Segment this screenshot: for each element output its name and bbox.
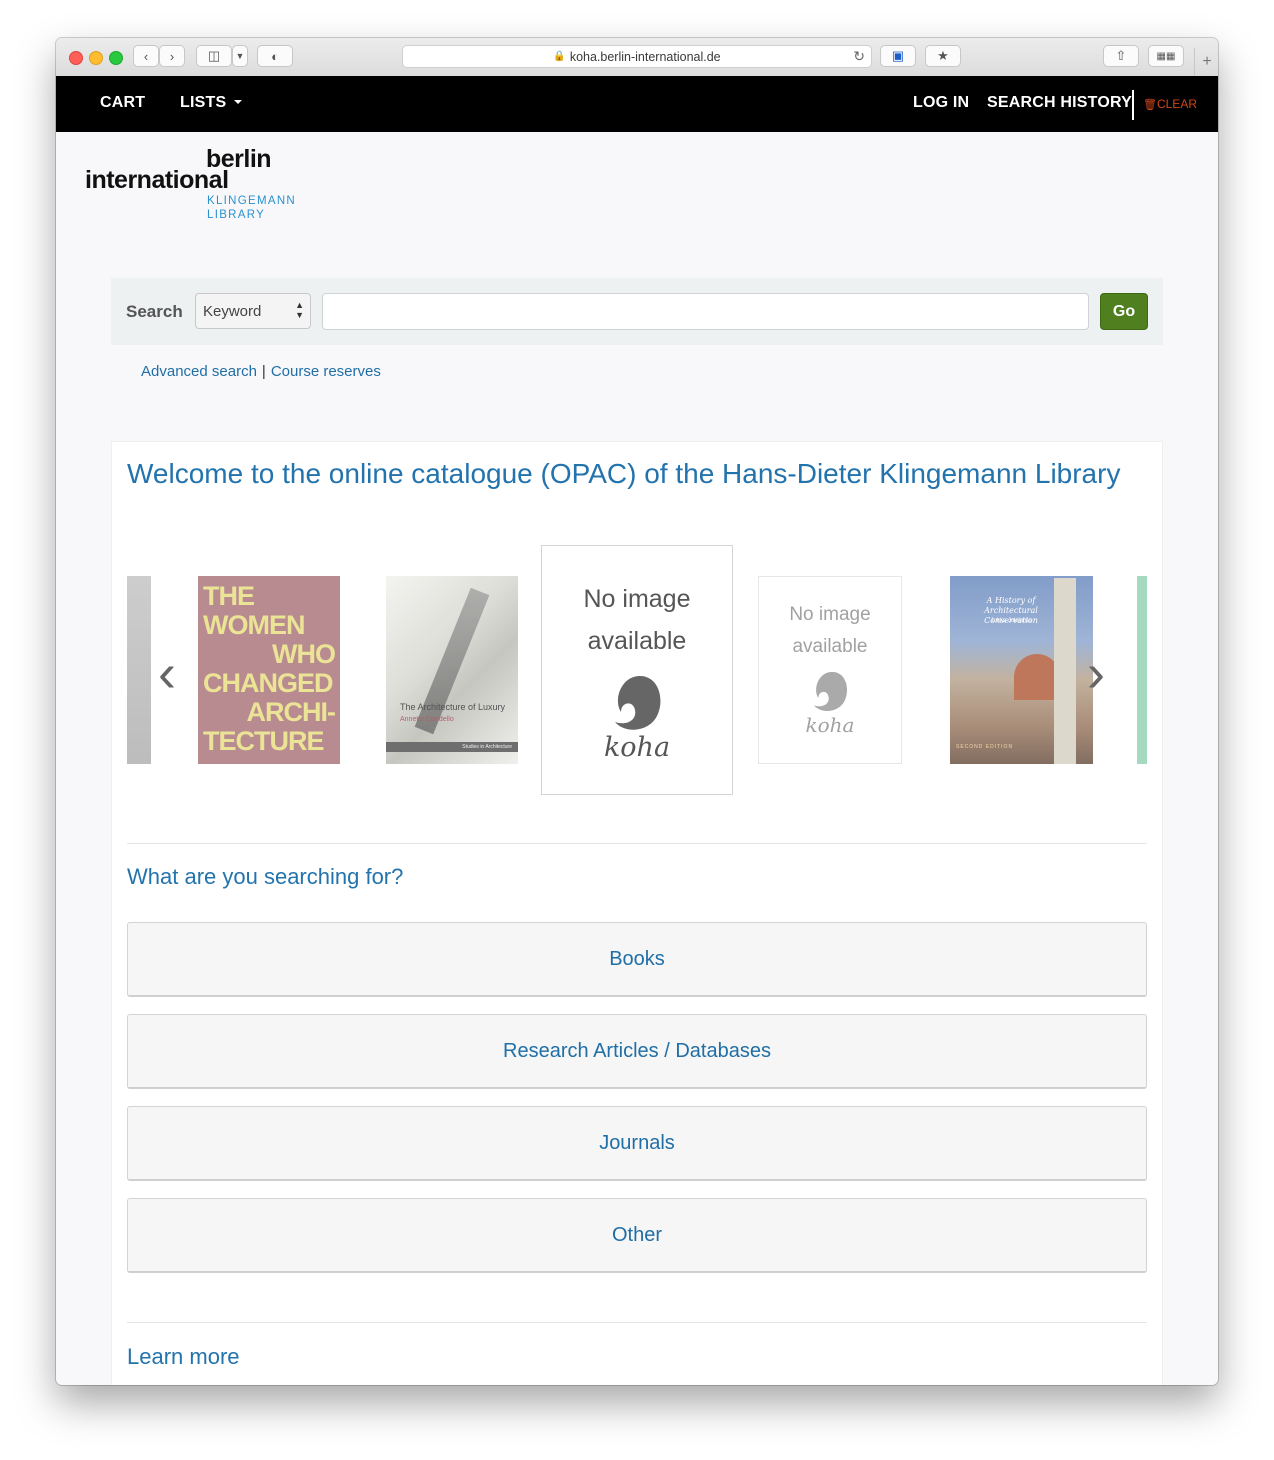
koha-logo-text: koha: [603, 732, 671, 763]
cover-author: Annette Condello: [400, 716, 454, 723]
chevron-down-icon[interactable]: ▼: [232, 45, 248, 67]
section-divider: [127, 1322, 1147, 1323]
lists-label: LISTS: [180, 94, 227, 111]
main-content: Welcome to the online catalogue (OPAC) o…: [111, 441, 1163, 1385]
login-link[interactable]: LOG IN: [913, 94, 969, 112]
koha-logo-icon: [615, 676, 661, 730]
browser-window: ‹ › ◫ ▼ ◐ 🔒 koha.berlin-international.de…: [56, 38, 1218, 1385]
lock-icon: 🔒: [553, 51, 566, 62]
trash-icon: 🗑: [1143, 99, 1157, 111]
back-icon[interactable]: ‹: [133, 45, 159, 67]
clear-label: CLEAR: [1156, 97, 1197, 111]
reload-icon[interactable]: ↻: [853, 48, 865, 65]
cover-series: Studies in Architecture: [386, 742, 518, 752]
cover-title: THE WOMEN WHO CHANGED ARCHI- TECTURE: [203, 581, 337, 756]
search-bar: Search Keyword ▲ ▼ Go: [111, 278, 1163, 345]
learn-more-heading[interactable]: Learn more: [127, 1344, 240, 1370]
extension-icon[interactable]: ▣: [880, 45, 916, 67]
no-image-text: No image available: [789, 599, 870, 663]
close-window-icon[interactable]: [69, 51, 83, 65]
link-separator: |: [261, 363, 266, 380]
cover-title-line: WOMEN: [203, 610, 305, 640]
share-icon[interactable]: ⇧: [1103, 45, 1139, 67]
advanced-search-link[interactable]: Advanced search: [141, 363, 257, 380]
cover-title-line: WHO: [272, 639, 336, 669]
sidebar-icon[interactable]: ◫: [196, 45, 232, 67]
category-other-button[interactable]: Other: [127, 1198, 1147, 1273]
search-type-select[interactable]: Keyword ▲ ▼: [195, 293, 311, 329]
nav-divider: [1132, 90, 1134, 120]
go-button[interactable]: Go: [1100, 293, 1148, 330]
lists-menu[interactable]: LISTS: [180, 94, 243, 112]
url-text: koha.berlin-international.de: [569, 49, 721, 64]
new-tab-icon[interactable]: +: [1194, 48, 1218, 76]
logo-klingemann: KLINGEMANN: [207, 195, 297, 207]
no-image-line2: available: [587, 627, 687, 655]
cover-title-line: CHANGED: [203, 668, 334, 698]
cover-author: Jukka Jokilehto: [990, 618, 1032, 624]
course-reserves-link[interactable]: Course reserves: [271, 363, 381, 380]
cover-title: The Architecture of Luxury: [400, 702, 506, 712]
cover-title-line: TECTURE: [203, 726, 325, 756]
category-journals-button[interactable]: Journals: [127, 1106, 1147, 1181]
top-navbar: CART LISTS LOG IN SEARCH HISTORY 🗑CLEAR: [56, 76, 1218, 132]
logo-international: international: [85, 166, 229, 194]
cover-title-line: THE: [203, 581, 255, 611]
no-image-line1: No image: [583, 585, 691, 613]
category-research-button[interactable]: Research Articles / Databases: [127, 1014, 1147, 1089]
search-input[interactable]: [322, 293, 1089, 330]
privacy-shield-icon[interactable]: ◐: [257, 45, 293, 67]
address-bar[interactable]: 🔒 koha.berlin-international.de ↻: [402, 45, 872, 68]
koha-logo-icon: [814, 671, 848, 711]
cover-women-architecture[interactable]: THE WOMEN WHO CHANGED ARCHI- TECTURE: [198, 576, 340, 764]
no-image-line2: available: [792, 636, 868, 657]
cover-title-line: A History of: [986, 596, 1036, 605]
cover-edition: SECOND EDITION: [956, 744, 1014, 750]
logo-library: LIBRARY: [207, 209, 266, 221]
section-divider: [127, 843, 1147, 844]
cover-image-spire: [414, 587, 490, 735]
cover-architecture-luxury[interactable]: The Architecture of Luxury Annette Conde…: [386, 576, 518, 764]
cover-history-conservation[interactable]: A History of Architectural Conservation …: [950, 576, 1093, 764]
search-links: Advanced search | Course reserves: [141, 363, 381, 380]
koha-logo-text: koha: [805, 713, 855, 737]
carousel-next-icon[interactable]: ›: [1087, 646, 1105, 700]
cart-link[interactable]: CART: [100, 94, 145, 112]
no-image-text: No image available: [584, 578, 691, 662]
forward-icon[interactable]: ›: [159, 45, 185, 67]
select-arrows-icon: ▲ ▼: [295, 300, 304, 320]
cover-no-image-active[interactable]: No image available koha: [541, 545, 733, 795]
searching-heading: What are you searching for?: [127, 864, 404, 889]
browser-toolbar: ‹ › ◫ ▼ ◐ 🔒 koha.berlin-international.de…: [56, 38, 1218, 77]
search-label: Search: [126, 302, 183, 321]
cover-carousel: THE WOMEN WHO CHANGED ARCHI- TECTURE The…: [127, 542, 1147, 802]
search-history-link[interactable]: SEARCH HISTORY: [987, 94, 1132, 112]
cover-partial-left[interactable]: [127, 576, 151, 764]
welcome-heading: Welcome to the online catalogue (OPAC) o…: [127, 458, 1121, 489]
no-image-line1: No image: [789, 604, 871, 625]
caret-down-icon: [234, 100, 243, 104]
bookmark-icon[interactable]: ★: [925, 45, 961, 67]
cover-title-line: ARCHI-: [246, 697, 337, 727]
category-books-button[interactable]: Books: [127, 922, 1147, 997]
search-type-value: Keyword: [203, 303, 262, 320]
clear-history-link[interactable]: 🗑CLEAR: [1143, 97, 1197, 111]
zoom-window-icon[interactable]: [109, 51, 123, 65]
minimize-window-icon[interactable]: [89, 51, 103, 65]
cover-partial-right[interactable]: [1137, 576, 1147, 764]
carousel-prev-icon[interactable]: ‹: [158, 646, 176, 700]
cover-no-image[interactable]: No image available koha: [758, 576, 902, 764]
tab-overview-icon[interactable]: ▦▦: [1148, 45, 1184, 67]
logo-klingemann-library: KLINGEMANN LIBRARY: [207, 194, 296, 222]
